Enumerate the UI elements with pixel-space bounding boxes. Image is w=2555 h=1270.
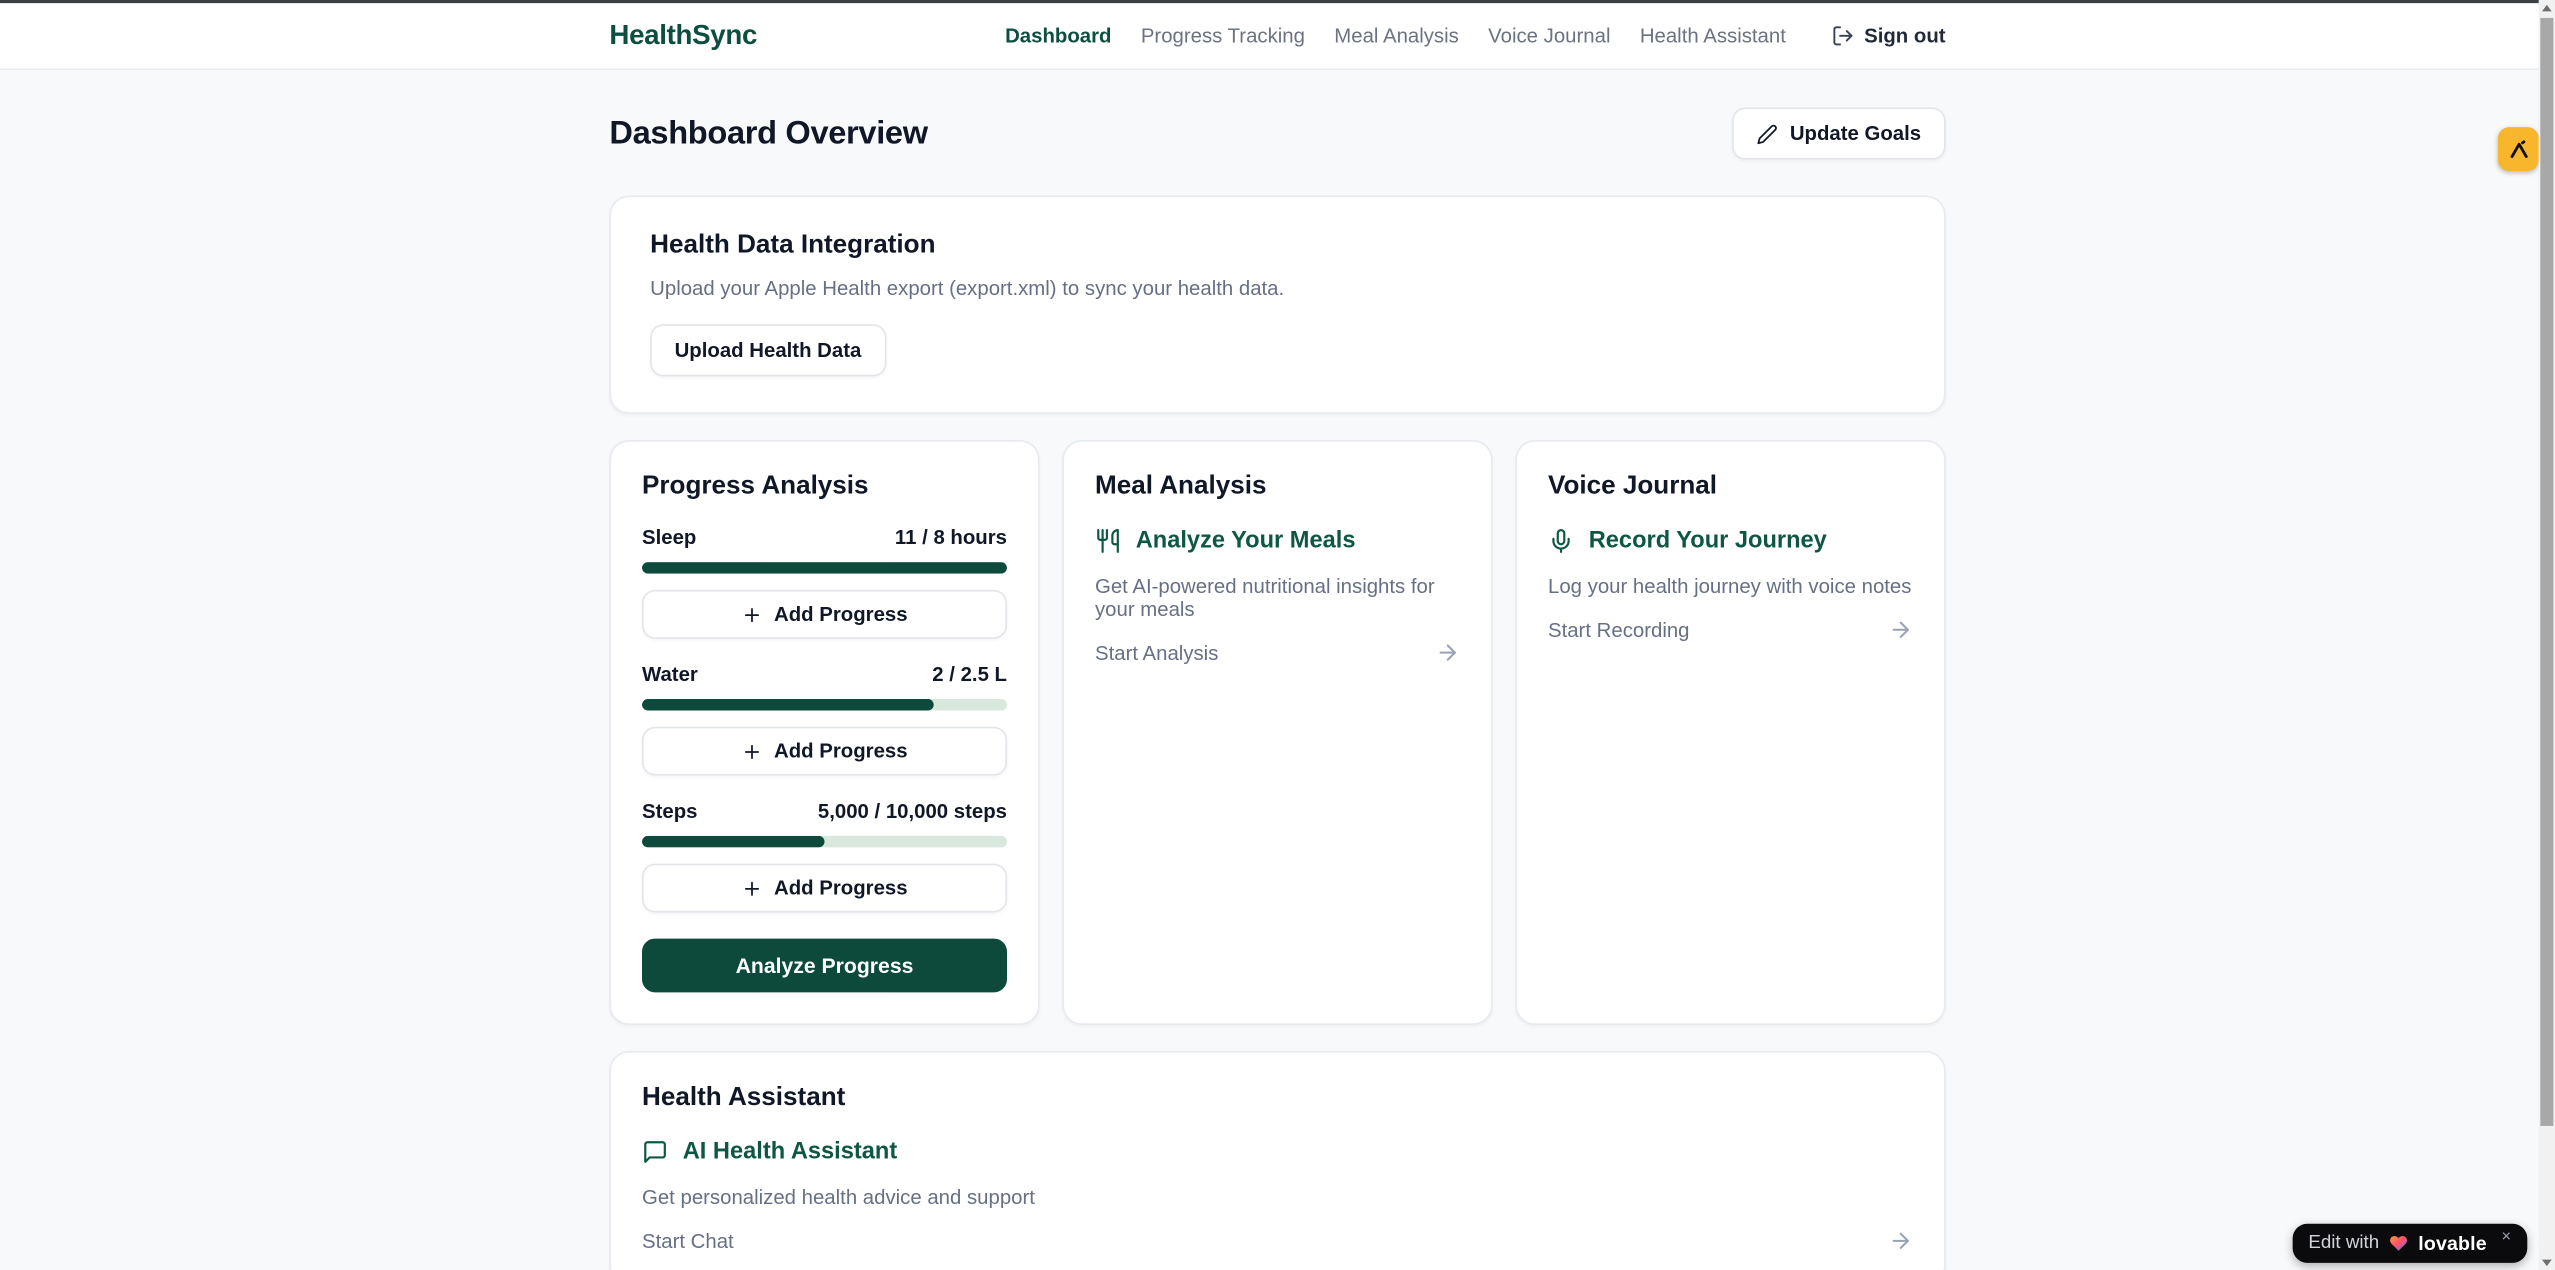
- page-scrollbar[interactable]: [2539, 0, 2555, 1270]
- metric-sleep: Sleep 11 / 8 hours Add Progress: [642, 526, 1007, 638]
- progress-analysis-card: Progress Analysis Sleep 11 / 8 hours Add…: [609, 440, 1039, 1025]
- plus-icon: [741, 877, 762, 898]
- water-progress-bar: [642, 699, 1007, 710]
- logout-icon: [1832, 24, 1855, 47]
- nav-voice-journal[interactable]: Voice Journal: [1488, 24, 1610, 47]
- metric-steps: Steps 5,000 / 10,000 steps Add Progress: [642, 800, 1007, 912]
- scrollbar-up-arrow[interactable]: [2539, 0, 2555, 16]
- nav-health-assistant[interactable]: Health Assistant: [1640, 24, 1786, 47]
- brand-logo[interactable]: HealthSync: [609, 20, 757, 53]
- analyze-your-meals-label: Analyze Your Meals: [1136, 528, 1356, 554]
- ai-health-assistant-label: AI Health Assistant: [683, 1139, 897, 1165]
- pencil-icon: [1757, 123, 1778, 144]
- add-progress-sleep-button[interactable]: Add Progress: [642, 590, 1007, 639]
- update-goals-button[interactable]: Update Goals: [1733, 108, 1946, 160]
- chat-bubble-icon: [642, 1139, 668, 1165]
- ai-health-assistant-link[interactable]: AI Health Assistant: [642, 1139, 1913, 1165]
- main-content: Dashboard Overview Update Goals Health D…: [609, 70, 1945, 1270]
- heart-icon: [2389, 1234, 2409, 1254]
- app-root: HealthSync Dashboard Progress Tracking M…: [0, 0, 2555, 1270]
- progress-analysis-title: Progress Analysis: [642, 473, 1007, 502]
- metric-sleep-value: 11 / 8 hours: [895, 526, 1007, 549]
- top-navbar: HealthSync Dashboard Progress Tracking M…: [0, 3, 2555, 70]
- lovable-brand-label: lovable: [2418, 1232, 2487, 1255]
- start-recording-label: Start Recording: [1548, 618, 1690, 641]
- lovable-prefix: Edit with: [2308, 1234, 2379, 1254]
- sign-out-label: Sign out: [1864, 24, 1945, 47]
- plus-icon: [741, 741, 762, 762]
- arrow-right-icon: [1889, 618, 1913, 642]
- health-assistant-title: Health Assistant: [642, 1084, 1913, 1113]
- upload-health-data-button[interactable]: Upload Health Data: [650, 324, 886, 376]
- metric-sleep-label: Sleep: [642, 526, 696, 549]
- extension-logo-icon: [2507, 138, 2530, 161]
- browser-extension-badge[interactable]: [2498, 127, 2539, 171]
- health-data-title: Health Data Integration: [650, 231, 1905, 260]
- utensils-icon: [1095, 528, 1121, 554]
- plus-icon: [741, 604, 762, 625]
- arrow-right-icon: [1436, 640, 1460, 664]
- page-title: Dashboard Overview: [609, 115, 927, 152]
- feature-cards-row: Progress Analysis Sleep 11 / 8 hours Add…: [609, 440, 1945, 1025]
- microphone-icon: [1548, 528, 1574, 554]
- lovable-close-icon[interactable]: ×: [2501, 1228, 2511, 1246]
- voice-description: Log your health journey with voice notes: [1548, 575, 1913, 598]
- sign-out-button[interactable]: Sign out: [1832, 24, 1946, 47]
- record-your-journey-label: Record Your Journey: [1589, 528, 1827, 554]
- add-progress-label: Add Progress: [774, 740, 908, 763]
- start-analysis-link[interactable]: Start Analysis: [1095, 640, 1460, 664]
- metric-water-value: 2 / 2.5 L: [932, 663, 1007, 686]
- metric-water-label: Water: [642, 663, 698, 686]
- sleep-progress-bar: [642, 562, 1007, 573]
- update-goals-label: Update Goals: [1790, 122, 1921, 145]
- main-nav: Dashboard Progress Tracking Meal Analysi…: [1005, 24, 1945, 47]
- steps-progress-bar: [642, 836, 1007, 847]
- analyze-your-meals-link[interactable]: Analyze Your Meals: [1095, 528, 1460, 554]
- add-progress-label: Add Progress: [774, 877, 908, 900]
- assistant-description: Get personalized health advice and suppo…: [642, 1186, 1913, 1209]
- analyze-progress-button[interactable]: Analyze Progress: [642, 939, 1007, 993]
- meal-analysis-title: Meal Analysis: [1095, 473, 1460, 502]
- start-chat-label: Start Chat: [642, 1229, 734, 1252]
- add-progress-label: Add Progress: [774, 603, 908, 626]
- record-your-journey-link[interactable]: Record Your Journey: [1548, 528, 1913, 554]
- metric-water: Water 2 / 2.5 L Add Progress: [642, 663, 1007, 775]
- health-assistant-card: Health Assistant AI Health Assistant Get…: [609, 1051, 1945, 1270]
- start-recording-link[interactable]: Start Recording: [1548, 618, 1913, 642]
- scrollbar-thumb[interactable]: [2540, 18, 2553, 1126]
- scrollbar-down-arrow[interactable]: [2539, 1255, 2555, 1270]
- voice-journal-card: Voice Journal Record Your Journey Log yo…: [1515, 440, 1945, 1025]
- nav-meal-analysis[interactable]: Meal Analysis: [1334, 24, 1459, 47]
- voice-journal-title: Voice Journal: [1548, 473, 1913, 502]
- add-progress-water-button[interactable]: Add Progress: [642, 727, 1007, 776]
- nav-dashboard[interactable]: Dashboard: [1005, 24, 1111, 47]
- meal-description: Get AI-powered nutritional insights for …: [1095, 575, 1460, 621]
- start-analysis-label: Start Analysis: [1095, 641, 1218, 664]
- start-chat-link[interactable]: Start Chat: [642, 1229, 1913, 1253]
- metric-steps-label: Steps: [642, 800, 697, 823]
- arrow-right-icon: [1889, 1229, 1913, 1253]
- edit-with-lovable-badge[interactable]: Edit with lovable ×: [2292, 1224, 2527, 1263]
- nav-progress-tracking[interactable]: Progress Tracking: [1141, 24, 1305, 47]
- health-data-description: Upload your Apple Health export (export.…: [650, 277, 1905, 300]
- metric-steps-value: 5,000 / 10,000 steps: [818, 800, 1007, 823]
- meal-analysis-card: Meal Analysis Analyze Your Meals Get AI-…: [1062, 440, 1492, 1025]
- add-progress-steps-button[interactable]: Add Progress: [642, 864, 1007, 913]
- health-data-integration-card: Health Data Integration Upload your Appl…: [609, 196, 1945, 414]
